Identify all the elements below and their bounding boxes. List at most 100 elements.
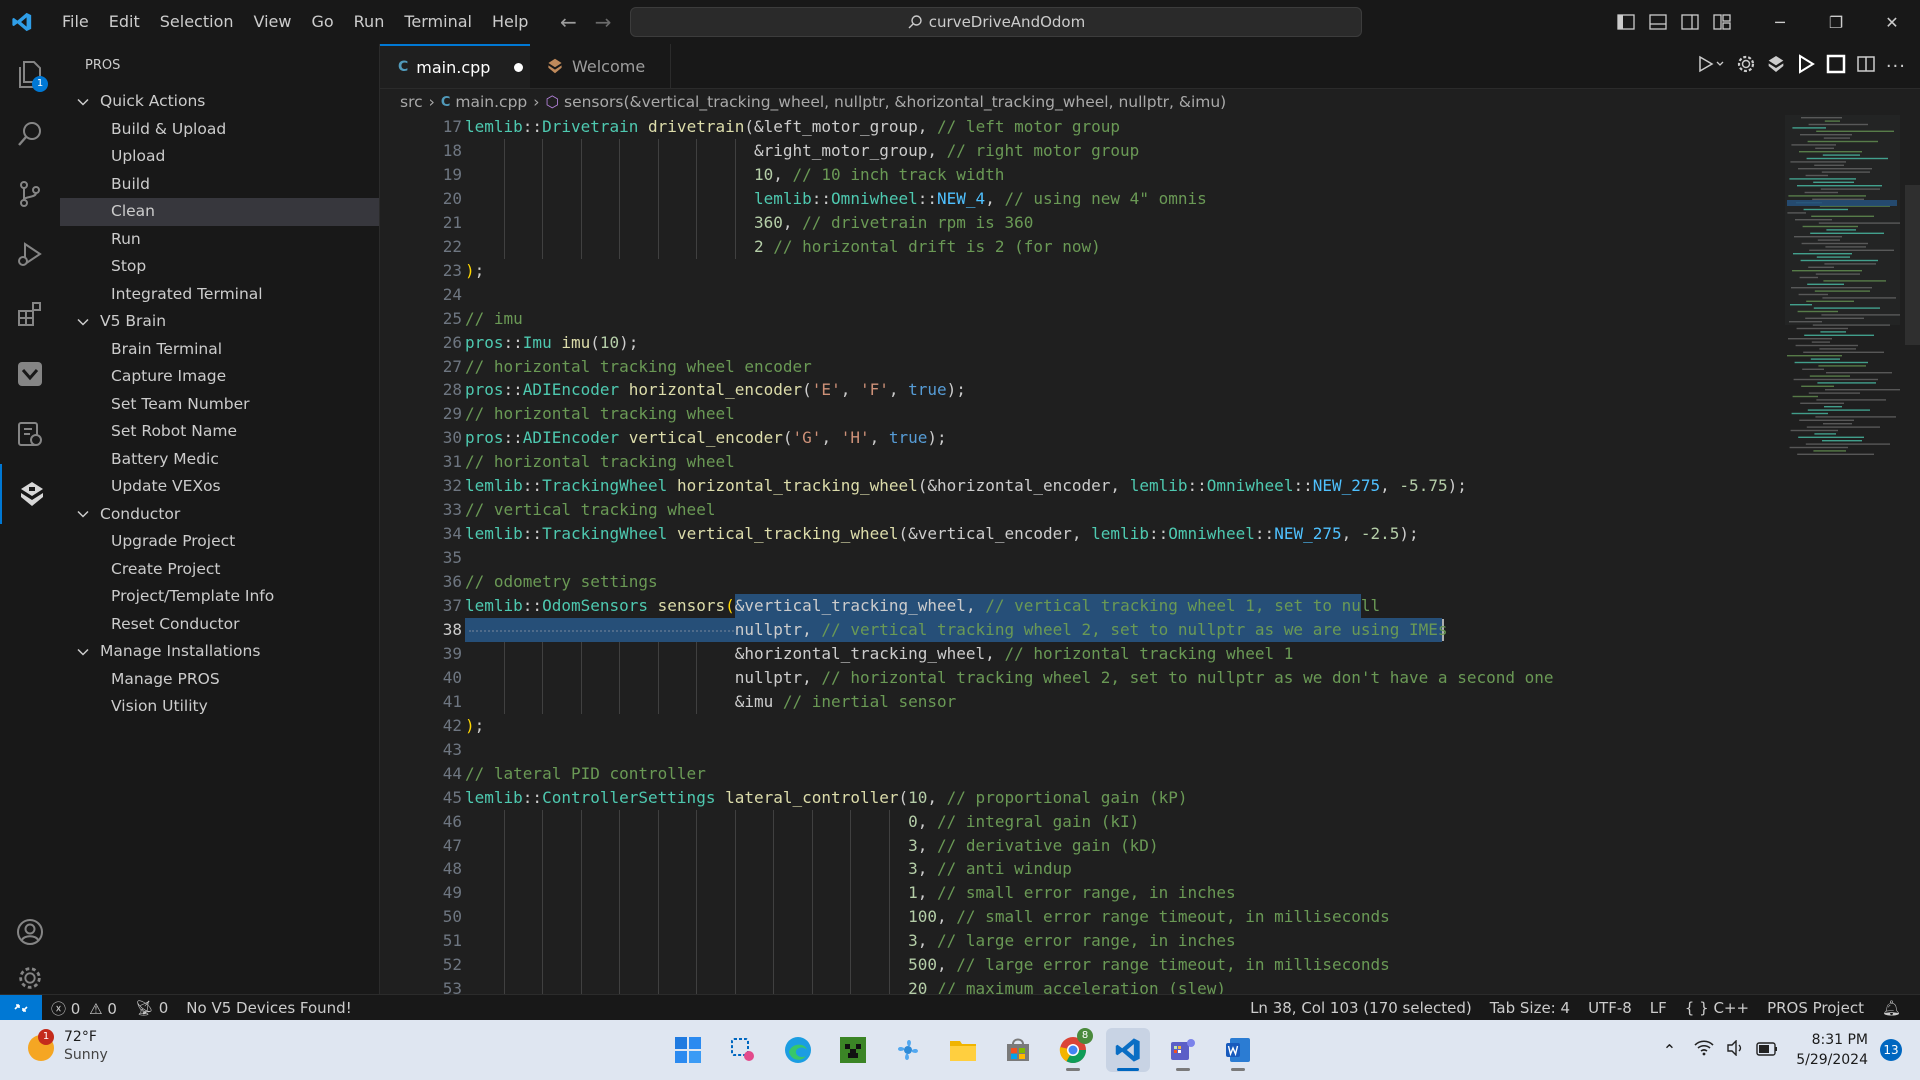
code-line[interactable]: // horizontal tracking wheel: [465, 450, 735, 474]
minecraft-icon[interactable]: [831, 1028, 875, 1072]
sidebar-item-vision-utility[interactable]: Vision Utility: [60, 693, 379, 721]
tree-group-v5-brain[interactable]: V5 Brain: [60, 308, 379, 336]
remote-explorer-icon[interactable]: [0, 404, 60, 464]
weather-widget[interactable]: 1 72°F Sunny: [24, 1028, 108, 1064]
gear-icon[interactable]: [1736, 54, 1756, 78]
remote-indicator-icon[interactable]: [0, 995, 42, 1021]
toggle-secondary-sidebar-icon[interactable]: [1674, 0, 1706, 44]
code-line[interactable]: 2 // horizontal drift is 2 (for now): [465, 235, 1101, 259]
store-app-icon[interactable]: [996, 1028, 1040, 1072]
vscode-taskbar-icon[interactable]: [1106, 1028, 1150, 1072]
breadcrumb-folder[interactable]: src: [400, 93, 423, 111]
sidebar-item-upload[interactable]: Upload: [60, 143, 379, 171]
end-of-line[interactable]: LF: [1641, 999, 1676, 1017]
more-actions-icon[interactable]: ···: [1886, 56, 1906, 77]
minimize-window-icon[interactable]: ─: [1752, 0, 1808, 44]
code-line[interactable]: // horizontal tracking wheel encoder: [465, 355, 812, 379]
menu-terminal[interactable]: Terminal: [394, 0, 482, 44]
snipping-tool-icon[interactable]: [721, 1028, 765, 1072]
play-icon[interactable]: [1796, 54, 1816, 78]
sidebar-item-manage-pros[interactable]: Manage PROS: [60, 666, 379, 694]
code-line[interactable]: lemlib::TrackingWheel horizontal_trackin…: [465, 474, 1467, 498]
chrome-browser-icon[interactable]: 8: [1051, 1028, 1095, 1072]
run-debug-icon[interactable]: [0, 224, 60, 284]
sidebar-item-run[interactable]: Run: [60, 226, 379, 254]
language-mode[interactable]: { } C++: [1676, 999, 1758, 1017]
wifi-icon[interactable]: [1694, 1040, 1714, 1060]
code-line[interactable]: &imu // inertial sensor: [465, 690, 957, 714]
sidebar-item-integrated-terminal[interactable]: Integrated Terminal: [60, 281, 379, 309]
maximize-window-icon[interactable]: ❐: [1808, 0, 1864, 44]
stop-icon[interactable]: [1826, 54, 1846, 78]
fan-app-icon[interactable]: [886, 1028, 930, 1072]
sidebar-item-project-template-info[interactable]: Project/Template Info: [60, 583, 379, 611]
accounts-icon[interactable]: [0, 902, 60, 962]
code-line[interactable]: lemlib::TrackingWheel vertical_tracking_…: [465, 522, 1419, 546]
cursor-position[interactable]: Ln 38, Col 103 (170 selected): [1241, 999, 1481, 1017]
pros-action-icon[interactable]: [1766, 54, 1786, 78]
settings-gear-icon[interactable]: [0, 962, 60, 994]
code-line[interactable]: 3, // anti windup: [465, 857, 1072, 881]
code-line[interactable]: // imu: [465, 307, 523, 331]
sidebar-item-upgrade-project[interactable]: Upgrade Project: [60, 528, 379, 556]
code-line[interactable]: nullptr, // horizontal tracking wheel 2,…: [465, 666, 1554, 690]
code-line[interactable]: &right_motor_group, // right motor group: [465, 139, 1139, 163]
split-editor-icon[interactable]: [1856, 54, 1876, 78]
menu-help[interactable]: Help: [482, 0, 538, 44]
word-app-icon[interactable]: [1216, 1028, 1260, 1072]
tree-group-conductor[interactable]: Conductor: [60, 501, 379, 529]
code-line[interactable]: // vertical tracking wheel: [465, 498, 715, 522]
sidebar-item-brain-terminal[interactable]: Brain Terminal: [60, 336, 379, 364]
volume-icon[interactable]: [1726, 1039, 1744, 1060]
code-line[interactable]: lemlib::ControllerSettings lateral_contr…: [465, 786, 1187, 810]
sidebar-item-stop[interactable]: Stop: [60, 253, 379, 281]
notification-count[interactable]: 13: [1880, 1039, 1902, 1061]
tree-group-quick-actions[interactable]: Quick Actions: [60, 88, 379, 116]
forward-arrow-icon[interactable]: →: [595, 10, 612, 34]
code-line[interactable]: 100, // small error range timeout, in mi…: [465, 905, 1390, 929]
menu-view[interactable]: View: [244, 0, 302, 44]
encoding[interactable]: UTF-8: [1579, 999, 1641, 1017]
tab-size[interactable]: Tab Size: 4: [1481, 999, 1579, 1017]
code-line[interactable]: 3, // large error range, in inches: [465, 929, 1236, 953]
toggle-panel-icon[interactable]: [1642, 0, 1674, 44]
sidebar-item-set-robot-name[interactable]: Set Robot Name: [60, 418, 379, 446]
close-window-icon[interactable]: ✕: [1864, 0, 1920, 44]
run-dropdown-icon[interactable]: [1696, 54, 1726, 78]
code-line[interactable]: lemlib::Drivetrain drivetrain(&left_moto…: [465, 115, 1120, 139]
files-icon[interactable]: 1: [0, 44, 60, 104]
clock[interactable]: 8:31 PM 5/29/2024: [1796, 1030, 1868, 1070]
sidebar-item-reset-conductor[interactable]: Reset Conductor: [60, 611, 379, 639]
problems-indicator[interactable]: ⓧ 0 ⚠ 0: [42, 998, 126, 1019]
vex-icon[interactable]: [0, 344, 60, 404]
tab-main-cpp[interactable]: C main.cpp: [380, 44, 530, 88]
tab-welcome[interactable]: Welcome: [530, 44, 671, 88]
source-control-icon[interactable]: [0, 164, 60, 224]
code-lines[interactable]: lemlib::Drivetrain drivetrain(&left_moto…: [465, 115, 1765, 994]
search-icon[interactable]: [0, 104, 60, 164]
code-line[interactable]: 0, // integral gain (kI): [465, 810, 1139, 834]
ports-indicator[interactable]: 📡︎ 0: [126, 999, 177, 1017]
code-line[interactable]: 10, // 10 inch track width: [465, 163, 1004, 187]
sidebar-item-build-upload[interactable]: Build & Upload: [60, 116, 379, 144]
bell-icon[interactable]: 🔔︎: [1873, 999, 1910, 1017]
tree-group-manage-installations[interactable]: Manage Installations: [60, 638, 379, 666]
edge-browser-icon[interactable]: [776, 1028, 820, 1072]
teams-app-icon[interactable]: [1161, 1028, 1205, 1072]
battery-icon[interactable]: [1756, 1041, 1778, 1060]
extensions-icon[interactable]: [0, 284, 60, 344]
menu-selection[interactable]: Selection: [150, 0, 244, 44]
customize-layout-icon[interactable]: [1706, 0, 1738, 44]
sidebar-item-build[interactable]: Build: [60, 171, 379, 199]
code-editor[interactable]: 17 18 19 20 21 22 23 24 25 26 27 28 29 30 31 32 33 34 35 36…: [380, 115, 1920, 994]
code-line[interactable]: // odometry settings: [465, 570, 658, 594]
code-line[interactable]: 360, // drivetrain rpm is 360: [465, 211, 1033, 235]
project-status[interactable]: PROS Project: [1758, 999, 1873, 1017]
sidebar-item-capture-image[interactable]: Capture Image: [60, 363, 379, 391]
code-line[interactable]: );: [465, 259, 484, 283]
windows-start-icon[interactable]: [666, 1028, 710, 1072]
vertical-scrollbar[interactable]: [1905, 185, 1920, 345]
menu-edit[interactable]: Edit: [99, 0, 150, 44]
sidebar-item-update-vexos[interactable]: Update VEXos: [60, 473, 379, 501]
code-line[interactable]: // horizontal tracking wheel: [465, 402, 735, 426]
